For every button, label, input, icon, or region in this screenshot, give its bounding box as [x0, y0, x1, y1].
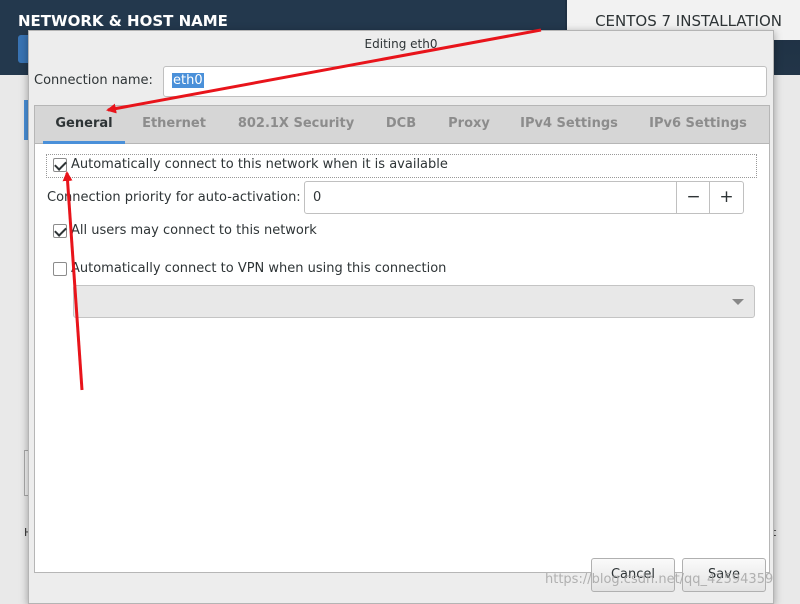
watermark: https://blog.csdn.net/qq_42594359: [545, 572, 774, 587]
vpn-select[interactable]: [73, 285, 755, 318]
all-users-label: All users may connect to this network: [71, 223, 317, 238]
auto-connect-label: Automatically connect to this network wh…: [71, 157, 448, 172]
installer-section-title: NETWORK & HOST NAME: [18, 12, 228, 30]
priority-spinbutton[interactable]: 0 − +: [304, 181, 744, 214]
tab-dcb[interactable]: DCB: [376, 106, 426, 143]
connection-name-input[interactable]: eth0: [163, 66, 767, 97]
priority-value: 0: [313, 190, 322, 205]
tab-ipv6-settings[interactable]: IPv6 Settings: [641, 106, 755, 143]
connection-name-value: eth0: [172, 73, 204, 88]
tab-proxy[interactable]: Proxy: [438, 106, 500, 143]
tab-8021x-security[interactable]: 802.1X Security: [228, 106, 364, 143]
vpn-autoconnect-label: Automatically connect to VPN when using …: [71, 261, 447, 276]
tab-bar: General Ethernet 802.1X Security DCB Pro…: [35, 106, 769, 144]
priority-increment-button[interactable]: +: [709, 182, 743, 213]
dialog-title: Editing eth0: [364, 37, 438, 51]
connection-name-label: Connection name:: [34, 73, 153, 88]
priority-label: Connection priority for auto-activation:: [47, 190, 301, 205]
chevron-down-icon: [732, 299, 744, 305]
priority-decrement-button[interactable]: −: [676, 182, 710, 213]
installer-product-title: CENTOS 7 INSTALLATION: [595, 12, 782, 30]
tab-ipv4-settings[interactable]: IPv4 Settings: [512, 106, 626, 143]
tab-general[interactable]: General: [43, 106, 125, 144]
edit-connection-dialog: Editing eth0 Connection name: eth0 Gener…: [28, 30, 774, 604]
tab-ethernet[interactable]: Ethernet: [133, 106, 215, 143]
vpn-autoconnect-checkbox[interactable]: [53, 262, 67, 276]
auto-connect-checkbox[interactable]: [53, 158, 67, 172]
settings-notebook: General Ethernet 802.1X Security DCB Pro…: [34, 105, 770, 573]
all-users-checkbox[interactable]: [53, 224, 67, 238]
